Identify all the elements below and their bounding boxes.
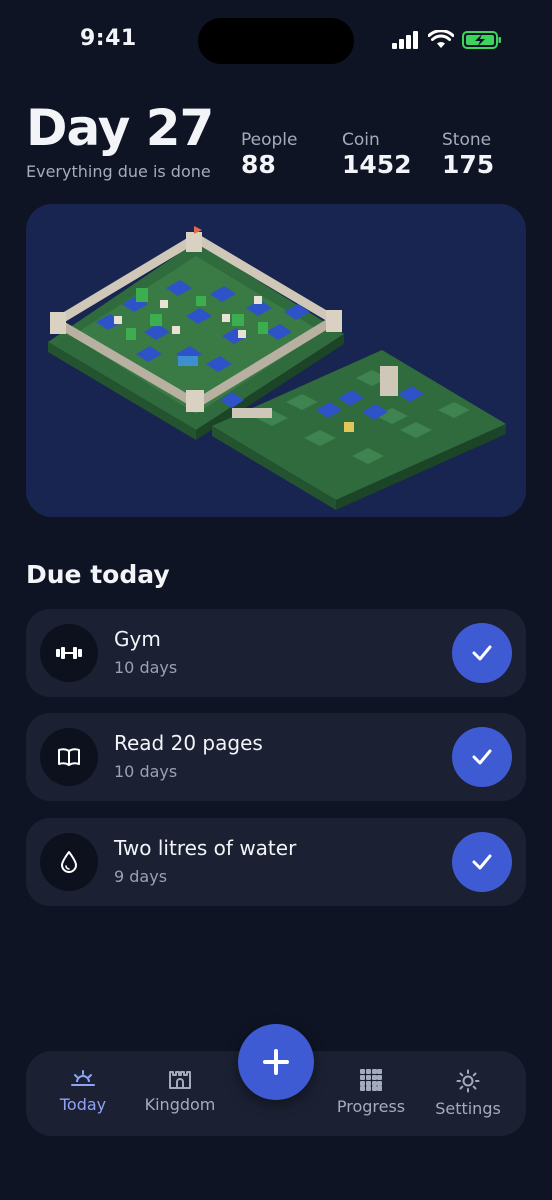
cellular-signal-icon <box>392 31 418 49</box>
plus-icon <box>263 1049 289 1075</box>
task-name: Two litres of water <box>114 836 297 860</box>
battery-charging-icon <box>462 31 501 49</box>
stat-label: Stone <box>442 130 492 150</box>
sun-gear-icon <box>456 1069 480 1093</box>
stat-label: People <box>241 130 298 150</box>
checkmark-icon <box>472 749 492 765</box>
kingdom-illustration <box>48 226 506 510</box>
stat-label: Coin <box>342 130 380 150</box>
complete-task-button[interactable] <box>452 623 512 683</box>
checkmark-icon <box>472 854 492 870</box>
tab-progress[interactable]: Progress <box>321 1051 421 1136</box>
add-habit-button[interactable] <box>238 1024 314 1100</box>
stat-value: 88 <box>241 150 276 179</box>
task-streak: 10 days <box>114 658 178 677</box>
wifi-icon <box>428 30 454 48</box>
task-card-read[interactable]: Read 20 pages 10 days <box>26 713 526 801</box>
complete-task-button[interactable] <box>452 832 512 892</box>
dynamic-island <box>198 18 354 64</box>
task-card-gym[interactable]: Gym 10 days <box>26 609 526 697</box>
tab-settings[interactable]: Settings <box>418 1051 518 1136</box>
tab-label: Today <box>59 1095 107 1114</box>
tab-today[interactable]: Today <box>33 1051 133 1136</box>
due-today-heading: Due today <box>26 560 170 589</box>
task-streak: 10 days <box>114 762 178 781</box>
tab-label: Settings <box>435 1099 501 1118</box>
stat-value: 175 <box>442 150 495 179</box>
book-icon <box>40 728 98 786</box>
water-drop-icon <box>40 833 98 891</box>
status-time: 9:41 <box>80 26 137 51</box>
complete-task-button[interactable] <box>452 727 512 787</box>
grid-icon <box>360 1069 382 1091</box>
day-title: Day 27 <box>26 99 214 157</box>
tab-label: Kingdom <box>144 1095 216 1114</box>
stat-value: 1452 <box>342 150 412 179</box>
task-name: Read 20 pages <box>114 731 263 755</box>
task-streak: 9 days <box>114 867 168 886</box>
kingdom-view[interactable] <box>26 204 526 517</box>
sunrise-icon <box>71 1070 95 1086</box>
status-icons <box>392 30 502 50</box>
stat-stone: Stone 175 <box>442 130 494 179</box>
dumbbell-icon <box>40 624 98 682</box>
checkmark-icon <box>472 645 492 661</box>
tab-label: Progress <box>336 1097 406 1116</box>
day-subtitle: Everything due is done <box>26 162 211 181</box>
stat-people: People 88 <box>241 130 297 179</box>
status-bar: 9:41 <box>0 0 552 80</box>
task-name: Gym <box>114 627 161 651</box>
castle-icon <box>169 1071 191 1089</box>
stat-coin: Coin 1452 <box>342 130 412 179</box>
task-card-water[interactable]: Two litres of water 9 days <box>26 818 526 906</box>
tab-kingdom[interactable]: Kingdom <box>130 1051 230 1136</box>
